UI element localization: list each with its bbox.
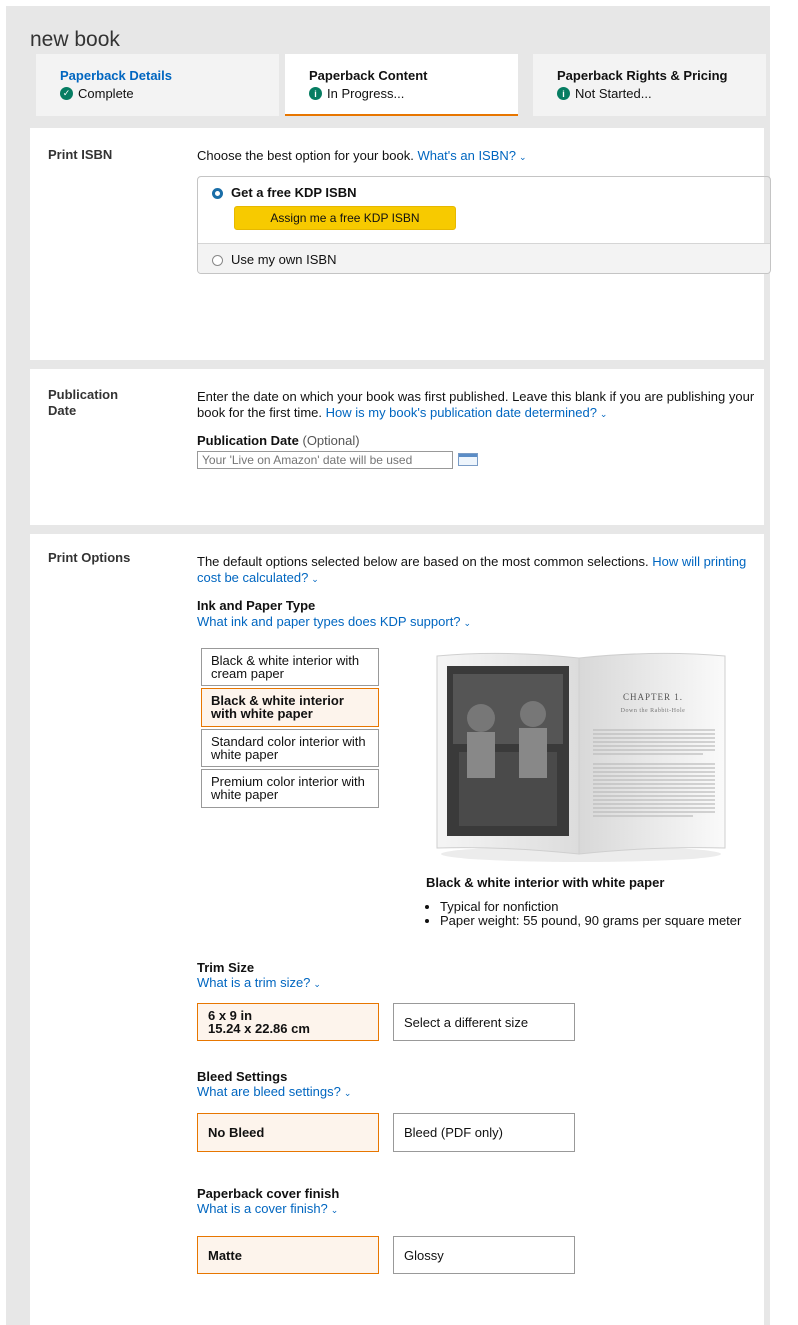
isbn-help-link[interactable]: What's an ISBN?: [417, 148, 516, 163]
book-preview-image: CHAPTER 1. Down the Rabbit-Hole: [436, 652, 726, 862]
check-circle-icon: ✓: [60, 87, 73, 100]
bleed-option-pdf[interactable]: Bleed (PDF only): [393, 1113, 575, 1152]
isbn-option-own[interactable]: Use my own ISBN: [198, 243, 770, 273]
cover-heading: Paperback cover finish: [197, 1186, 340, 1201]
ink-option-standard-color[interactable]: Standard color interior with white paper: [201, 729, 379, 767]
print-options-intro-text: The default options selected below are b…: [197, 554, 649, 569]
tab-title: Paperback Rights & Pricing: [557, 68, 728, 83]
publication-intro: Enter the date on which your book was fi…: [197, 389, 767, 422]
publication-help-link[interactable]: How is my book's publication date determ…: [326, 405, 597, 420]
radio-own-isbn[interactable]: [212, 255, 223, 266]
bleed-help: What are bleed settings? ⌄: [197, 1084, 351, 1101]
publication-field-label: Publication Date (Optional): [197, 433, 360, 449]
tab-status: ✓ Complete: [60, 86, 279, 101]
cover-help: What is a cover finish? ⌄: [197, 1201, 338, 1218]
publication-date-input[interactable]: [197, 451, 453, 469]
calendar-icon[interactable]: [458, 453, 478, 466]
preview-chapter: CHAPTER 1.: [623, 692, 683, 702]
bleed-option-no-bleed[interactable]: No Bleed: [197, 1113, 379, 1152]
isbn-intro: Choose the best option for your book. Wh…: [197, 148, 527, 165]
assign-isbn-button[interactable]: Assign me a free KDP ISBN: [234, 206, 456, 230]
bleed-heading: Bleed Settings: [197, 1069, 288, 1084]
preview-chapter-title: Down the Rabbit-Hole: [621, 708, 686, 714]
tab-paperback-details[interactable]: Paperback Details ✓ Complete: [36, 54, 279, 116]
tab-status-text: In Progress...: [327, 86, 405, 101]
tab-status-text: Complete: [78, 86, 134, 101]
chevron-down-icon: ⌄: [313, 979, 321, 989]
cover-option-glossy[interactable]: Glossy: [393, 1236, 575, 1274]
chevron-down-icon: ⌄: [330, 1205, 339, 1215]
ink-bullets: Typical for nonfiction Paper weight: 55 …: [420, 900, 741, 928]
publication-field-title: Publication Date: [197, 433, 299, 448]
ink-caption: Black & white interior with white paper: [426, 875, 665, 890]
ink-option-premium-color[interactable]: Premium color interior with white paper: [201, 769, 379, 808]
print-options-intro: The default options selected below are b…: [197, 554, 757, 587]
isbn-section: Print ISBN Choose the best option for yo…: [30, 128, 771, 360]
publication-section: Publication Date Enter the date on which…: [30, 369, 764, 525]
bleed-help-link[interactable]: What are bleed settings?: [197, 1084, 341, 1099]
trim-size-metric: 15.24 x 22.86 cm: [208, 1021, 310, 1036]
cover-help-link[interactable]: What is a cover finish?: [197, 1201, 328, 1216]
ink-option-bw-cream[interactable]: Black & white interior with cream paper: [201, 648, 379, 686]
isbn-options: Get a free KDP ISBN Assign me a free KDP…: [197, 176, 771, 274]
tab-status: i In Progress...: [309, 86, 518, 101]
bullet-item: Paper weight: 55 pound, 90 grams per squ…: [440, 914, 741, 928]
bullet-item: Typical for nonfiction: [440, 900, 741, 914]
cover-option-matte[interactable]: Matte: [197, 1236, 379, 1274]
radio-free-isbn[interactable]: [212, 188, 223, 199]
chevron-down-icon: ⌄: [519, 152, 527, 162]
print-options-section: Print Options The default options select…: [30, 534, 764, 1325]
publication-label: Publication Date: [48, 387, 119, 418]
own-isbn-label: Use my own ISBN: [231, 252, 337, 267]
isbn-label: Print ISBN: [48, 147, 113, 162]
tab-status-text: Not Started...: [575, 86, 652, 101]
chevron-down-icon: ⌄: [463, 618, 472, 628]
chevron-down-icon: ⌄: [311, 574, 319, 584]
select-different-size-button[interactable]: Select a different size: [393, 1003, 575, 1041]
tab-paperback-content[interactable]: Paperback Content i In Progress...: [285, 54, 518, 116]
book-title: new book: [30, 28, 120, 51]
info-circle-icon: i: [309, 87, 322, 100]
isbn-option-free[interactable]: Get a free KDP ISBN Assign me a free KDP…: [198, 177, 770, 243]
tab-status: i Not Started...: [557, 86, 766, 101]
optional-text: (Optional): [302, 433, 360, 448]
trim-heading: Trim Size: [197, 960, 255, 975]
tab-paperback-rights-pricing[interactable]: Paperback Rights & Pricing i Not Started…: [533, 54, 766, 116]
ink-heading: Ink and Paper Type: [197, 598, 316, 613]
chevron-down-icon: ⌄: [599, 409, 608, 419]
ink-help-link[interactable]: What ink and paper types does KDP suppor…: [197, 614, 461, 629]
chevron-down-icon: ⌄: [343, 1088, 352, 1098]
print-options-label: Print Options: [48, 550, 131, 565]
info-circle-icon: i: [557, 87, 570, 100]
trim-help: What is a trim size? ⌄: [197, 975, 321, 992]
ink-option-bw-white[interactable]: Black & white interior with white paper: [201, 688, 379, 727]
isbn-intro-text: Choose the best option for your book.: [197, 148, 414, 163]
trim-help-link[interactable]: What is a trim size?: [197, 975, 310, 990]
ink-help: What ink and paper types does KDP suppor…: [197, 614, 471, 631]
tab-title: Paperback Content: [309, 68, 428, 83]
free-isbn-label: Get a free KDP ISBN: [231, 185, 357, 200]
tab-title: Paperback Details: [60, 68, 173, 83]
trim-selected-size[interactable]: 6 x 9 in 15.24 x 22.86 cm: [197, 1003, 379, 1041]
